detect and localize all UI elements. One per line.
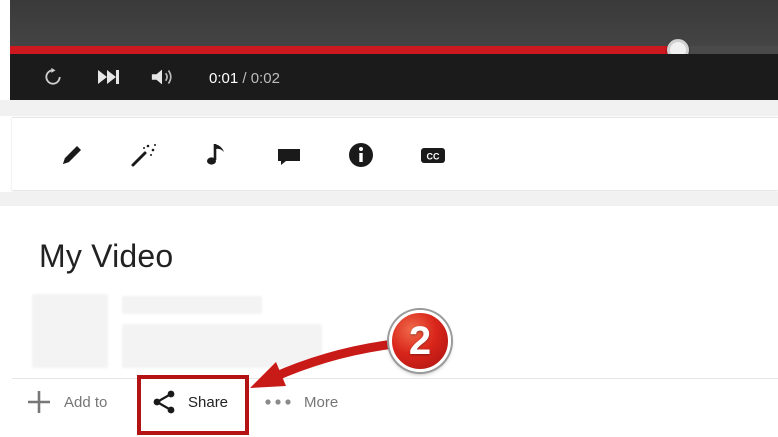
comment-icon[interactable]	[275, 142, 303, 168]
next-icon[interactable]	[96, 67, 120, 87]
add-to-label: Add to	[64, 393, 108, 411]
separator-band	[0, 100, 778, 116]
player-controls: 0:01 / 0:02	[10, 54, 778, 100]
more-dots-icon	[265, 399, 291, 405]
volume-icon[interactable]	[150, 67, 174, 87]
divider	[12, 378, 778, 379]
info-icon[interactable]	[347, 142, 375, 168]
time-display: 0:01 / 0:02	[209, 70, 280, 87]
more-button[interactable]: More	[264, 386, 338, 418]
page: 0:01 / 0:02 CC My Video Add to Share Mor…	[0, 0, 778, 437]
more-label: More	[304, 393, 339, 411]
step-badge: 2	[389, 310, 451, 372]
svg-text:CC: CC	[427, 152, 440, 162]
time-separator: /	[238, 70, 251, 87]
video-title: My Video	[39, 238, 174, 274]
share-highlight-box	[137, 375, 249, 435]
duration: 0:02	[250, 70, 280, 87]
current-time: 0:01	[209, 70, 239, 87]
pencil-icon[interactable]	[58, 142, 86, 168]
replay-icon[interactable]	[41, 67, 65, 87]
channel-name-placeholder	[122, 296, 262, 314]
subscribe-placeholder	[122, 324, 322, 368]
editor-toolbar: CC	[12, 117, 778, 190]
add-to-button[interactable]: Add to	[26, 386, 107, 418]
video-frame[interactable]	[10, 0, 778, 46]
music-note-icon[interactable]	[202, 142, 230, 168]
separator-band	[0, 192, 778, 206]
progress-fill	[10, 46, 679, 54]
video-player[interactable]: 0:01 / 0:02	[10, 0, 778, 100]
plus-icon	[28, 391, 50, 413]
magic-wand-icon[interactable]	[130, 142, 158, 168]
progress-bar[interactable]	[10, 39, 778, 61]
step-number: 2	[408, 319, 432, 363]
closed-captions-icon[interactable]: CC	[419, 142, 447, 168]
channel-avatar	[32, 294, 108, 368]
